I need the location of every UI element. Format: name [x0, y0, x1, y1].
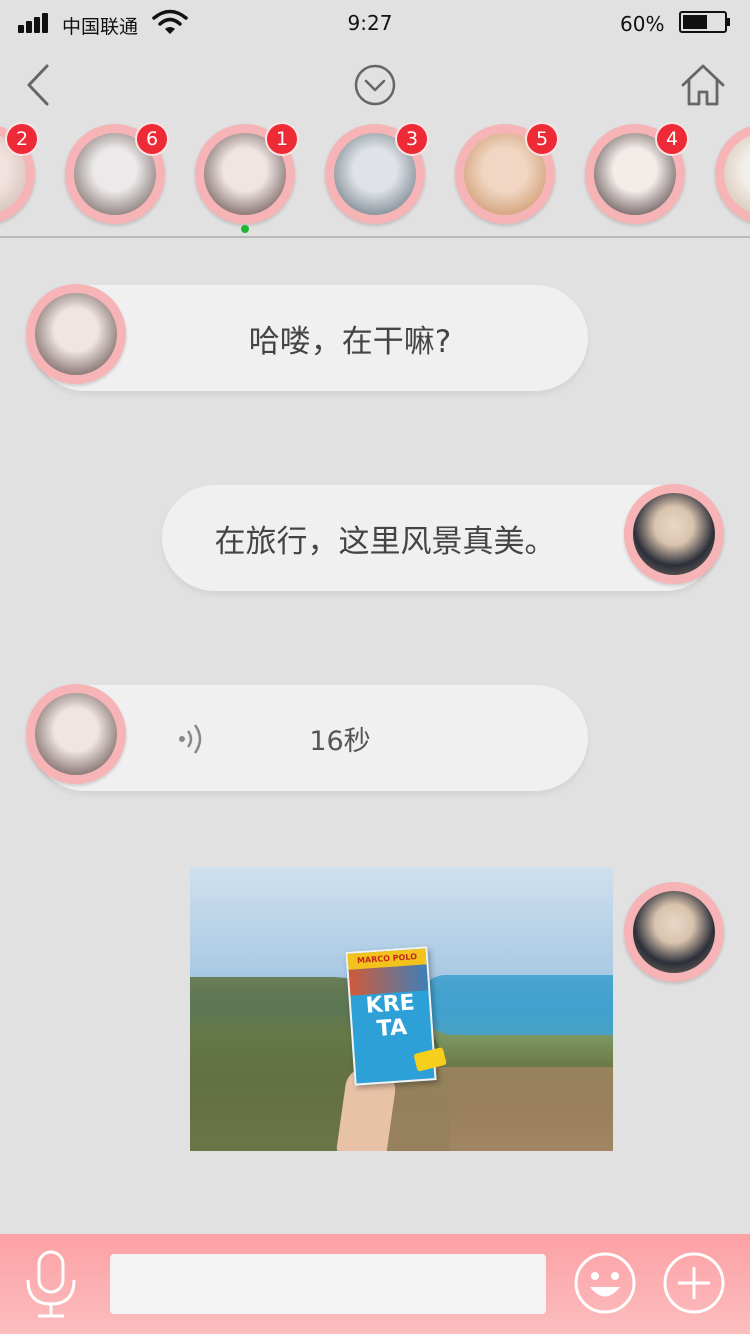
unread-badge: 1 — [265, 122, 299, 156]
guidebook-title: KRE TA — [364, 990, 416, 1042]
message-text: 哈喽，在干嘛? — [248, 323, 452, 360]
unread-badge: 5 — [525, 122, 559, 156]
sender-avatar[interactable] — [26, 284, 126, 384]
back-button[interactable] — [8, 48, 68, 122]
image-message[interactable]: MARCO POLO KRE TA — [190, 867, 613, 1151]
contact-avatar[interactable]: 5 — [455, 122, 559, 224]
my-avatar[interactable] — [624, 484, 724, 584]
emoji-button[interactable] — [572, 1250, 638, 1316]
microphone-icon — [26, 1250, 76, 1318]
chevron-down-circle-icon — [354, 64, 396, 106]
voice-input-button[interactable] — [18, 1250, 84, 1318]
contact-avatar[interactable]: 6 — [65, 122, 169, 224]
message-text: 在旅行，这里风景真美。 — [214, 523, 556, 560]
contact-avatar[interactable]: 2 — [0, 122, 39, 224]
nav-bar — [0, 48, 750, 122]
contacts-carousel[interactable]: 2 6 1 3 5 4 — [0, 122, 750, 236]
unread-badge: 6 — [135, 122, 169, 156]
input-bar — [0, 1234, 750, 1334]
guidebook-image: MARCO POLO KRE TA — [345, 946, 447, 1086]
expand-button[interactable] — [345, 48, 405, 122]
message-input[interactable] — [110, 1254, 546, 1314]
divider — [0, 236, 750, 238]
unread-badge: 2 — [5, 122, 39, 156]
home-icon — [681, 64, 725, 106]
avatar — [35, 293, 117, 375]
emoji-icon — [574, 1252, 636, 1314]
unread-badge: 3 — [395, 122, 429, 156]
avatar — [35, 693, 117, 775]
sender-avatar[interactable] — [26, 684, 126, 784]
plus-circle-icon — [663, 1252, 725, 1314]
contact-avatar[interactable] — [715, 124, 750, 224]
battery-percent: 60% — [620, 12, 665, 36]
unread-badge: 4 — [655, 122, 689, 156]
home-button[interactable] — [673, 48, 733, 122]
add-button[interactable] — [661, 1250, 727, 1316]
avatar — [724, 133, 750, 215]
contact-avatar[interactable]: 4 — [585, 122, 689, 224]
status-bar: 中国联通 9:27 60% — [0, 0, 750, 48]
my-avatar[interactable] — [624, 882, 724, 982]
avatar — [633, 493, 715, 575]
contact-avatar[interactable]: 3 — [325, 122, 429, 224]
active-contact-indicator — [241, 225, 249, 233]
chevron-left-icon — [27, 64, 49, 106]
contact-avatar[interactable]: 1 — [195, 122, 299, 224]
avatar — [633, 891, 715, 973]
battery-icon — [679, 11, 730, 33]
